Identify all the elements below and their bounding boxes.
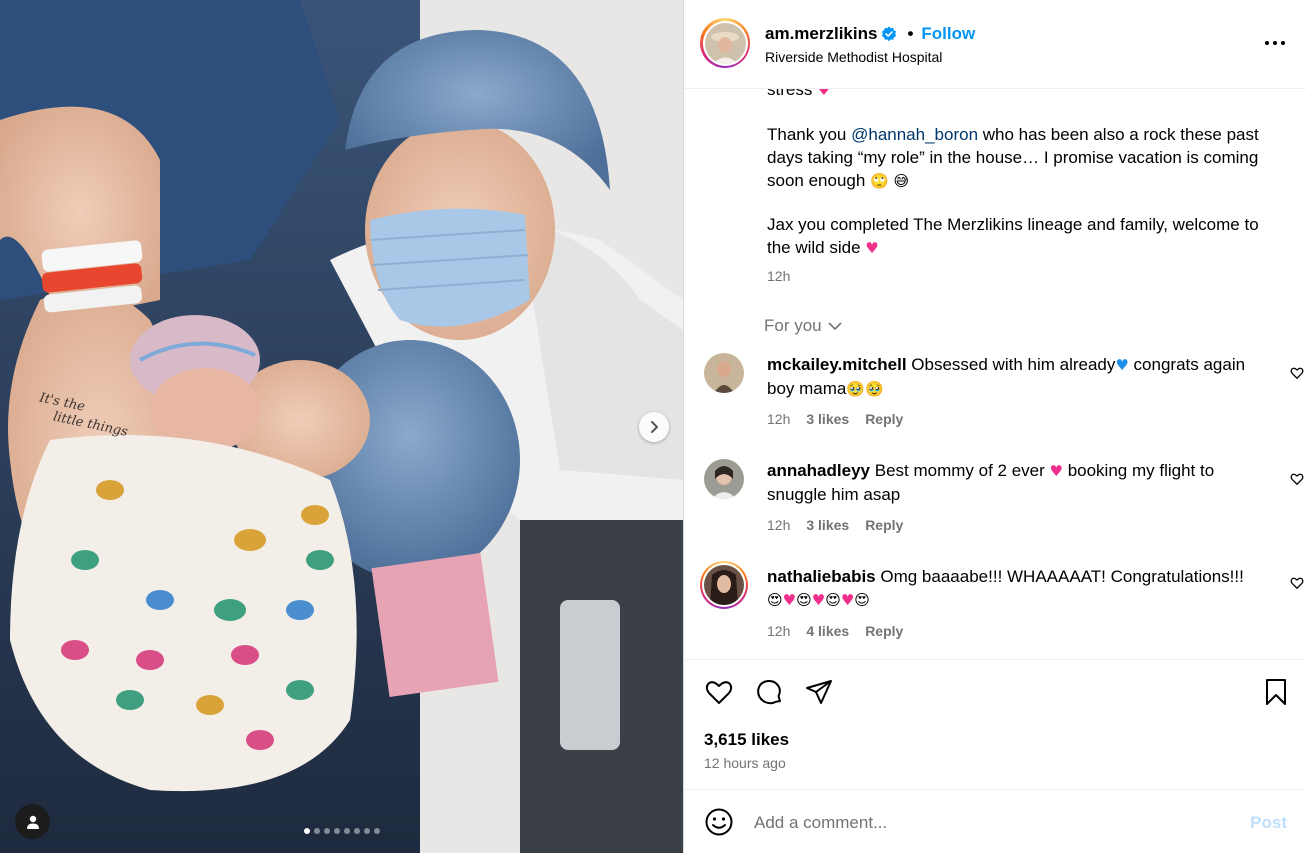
verified-badge-icon [882, 26, 897, 42]
comment-meta: 12h 3 likes Reply [767, 411, 903, 427]
post-actions: 3,615 likes 12 hours ago [684, 659, 1306, 789]
comment-body: mckailey.mitchell Obsessed with him alre… [767, 353, 1257, 401]
comment-meta: 12h 3 likes Reply [767, 517, 903, 533]
carousel-dot [323, 828, 330, 834]
comments-scroll-area[interactable]: stress ♥ Thank you @hannah_boron who has… [684, 89, 1306, 659]
more-options-icon[interactable] [1263, 33, 1287, 53]
separator-dot: • [907, 24, 914, 43]
comment-time: 12h [767, 411, 791, 427]
reply-button[interactable]: Reply [865, 623, 903, 639]
carousel-dot [303, 828, 310, 834]
comment-like-icon[interactable] [1290, 366, 1304, 380]
red-heart-emoji: ♥ [865, 239, 879, 257]
post-header: am.merzlikins • Follow Riverside Methodi… [684, 0, 1306, 89]
commenter-avatar[interactable] [700, 561, 748, 609]
chevron-right-icon [651, 421, 658, 433]
follow-button[interactable]: Follow [921, 24, 975, 44]
comment-time: 12h [767, 623, 791, 639]
heart-eyes-hearts-emoji: 😍♥😍♥😍♥😍 [767, 591, 870, 609]
caption-line-top: stress ♥ [767, 89, 1277, 102]
post-side-panel: am.merzlikins • Follow Riverside Methodi… [683, 0, 1306, 853]
carousel-dot [363, 828, 370, 834]
commenter-avatar[interactable] [704, 459, 744, 499]
chevron-down-icon [828, 322, 842, 331]
reply-button[interactable]: Reply [865, 411, 903, 427]
carousel-dot [343, 828, 350, 834]
comment-like-icon[interactable] [1290, 472, 1304, 486]
pleading-emoji: 🥹🥹 [846, 380, 884, 398]
author-username[interactable]: am.merzlikins [765, 24, 877, 44]
comment-likes[interactable]: 3 likes [806, 411, 849, 427]
comment-text: Obsessed with him already [911, 355, 1116, 374]
comment-body: annahadleyy Best mommy of 2 ever ♥ booki… [767, 459, 1257, 506]
post-photo[interactable]: It's the little things [0, 0, 683, 853]
comment-like-icon[interactable] [1290, 576, 1304, 590]
caption-text: stress [767, 89, 813, 99]
carousel-dot [313, 828, 320, 834]
eye-roll-emoji: 🙄 [870, 172, 889, 190]
commenter-username[interactable]: nathaliebabis [767, 567, 876, 586]
caption-thanks: Thank you @hannah_boron who has been als… [767, 123, 1277, 193]
comment-time: 12h [767, 517, 791, 533]
avatar-image [704, 565, 744, 605]
likes-count[interactable]: 3,615 likes [704, 730, 789, 750]
blue-heart-emoji: ♥ [1115, 356, 1129, 374]
add-comment-bar: Post [684, 789, 1306, 853]
comment-text: Best mommy of 2 ever [874, 461, 1050, 480]
commenter-avatar[interactable] [704, 353, 744, 393]
carousel-dot [333, 828, 340, 834]
avatar-image [704, 353, 744, 393]
comment-text: Omg baaaabe!!! WHAAAAAT! Congratulations… [880, 567, 1244, 586]
pink-heart-emoji: ♥ [817, 89, 831, 99]
newborn-photo-illustration: It's the little things [0, 0, 683, 853]
mention-link[interactable]: @hannah_boron [851, 125, 978, 144]
sort-label: For you [764, 316, 822, 335]
share-icon[interactable] [804, 677, 834, 707]
comment-sort-dropdown[interactable]: For you [764, 316, 842, 336]
commenter-username[interactable]: annahadleyy [767, 461, 870, 480]
comment-likes[interactable]: 3 likes [806, 517, 849, 533]
bookmark-icon[interactable] [1261, 677, 1291, 707]
post-time: 12 hours ago [704, 755, 786, 771]
caption-text: Thank you [767, 125, 852, 144]
heart-icon[interactable] [704, 677, 734, 707]
sweat-smile-emoji: 😅 [893, 172, 910, 190]
comment-likes[interactable]: 4 likes [806, 623, 849, 639]
carousel-indicator [0, 828, 683, 834]
avatar-image [704, 459, 744, 499]
post-location[interactable]: Riverside Methodist Hospital [765, 49, 942, 65]
pink-heart-emoji: ♥ [1049, 462, 1063, 480]
carousel-next-button[interactable] [639, 412, 669, 442]
carousel-dot [353, 828, 360, 834]
comment-meta: 12h 4 likes Reply [767, 623, 903, 639]
emoji-icon[interactable] [704, 807, 734, 837]
caption-text: Jax you completed The Merzlikins lineage… [767, 215, 1259, 257]
caption-jax: Jax you completed The Merzlikins lineage… [767, 213, 1277, 260]
author-row: am.merzlikins • Follow [765, 24, 975, 44]
author-avatar[interactable] [700, 18, 750, 68]
comment-body: nathaliebabis Omg baaaabe!!! WHAAAAAT! C… [767, 565, 1257, 612]
avatar-image [704, 22, 746, 64]
caption-time: 12h [767, 268, 791, 284]
carousel-dot [373, 828, 380, 834]
comment-input[interactable] [754, 810, 1204, 836]
reply-button[interactable]: Reply [865, 517, 903, 533]
comment-icon[interactable] [754, 677, 784, 707]
post-comment-button[interactable]: Post [1250, 813, 1287, 833]
commenter-username[interactable]: mckailey.mitchell [767, 355, 907, 374]
